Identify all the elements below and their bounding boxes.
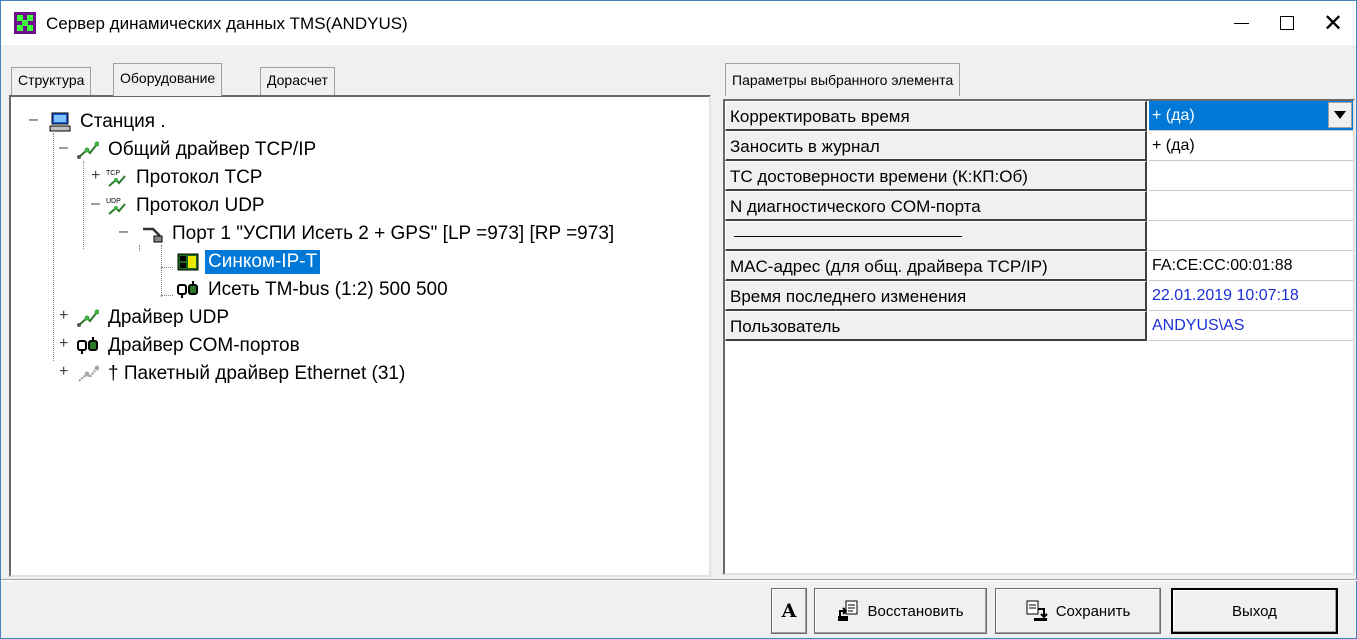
tree-label: Общий драйвер TCP/IP: [108, 139, 317, 160]
property-row[interactable]: Корректировать время + (да): [725, 101, 1353, 131]
collapse-icon[interactable]: –: [119, 223, 128, 241]
property-row[interactable]: Пользователь ANDYUS\AS: [725, 311, 1353, 341]
property-row[interactable]: MAC-адрес (для общ. драйвера TCP/IP) FA:…: [725, 251, 1353, 281]
property-value-select[interactable]: + (да): [1149, 101, 1353, 131]
tree-node-ethernet-driver[interactable]: + † Пакетный драйвер Ethernet (31): [59, 361, 408, 387]
property-value: + (да): [1152, 107, 1195, 124]
expand-icon[interactable]: +: [91, 167, 100, 185]
tree-node-station[interactable]: – Станция .: [29, 109, 169, 135]
maximize-icon: [1280, 16, 1294, 30]
close-icon: ✕: [1322, 9, 1344, 37]
expand-icon[interactable]: +: [59, 307, 68, 325]
right-pane: Параметры выбранного элемента Корректиро…: [719, 59, 1355, 577]
collapse-icon[interactable]: –: [59, 139, 68, 157]
tree-label: Драйвер COM-портов: [108, 335, 300, 356]
maximize-button[interactable]: [1264, 1, 1310, 45]
minimize-button[interactable]: [1218, 1, 1264, 45]
exit-button[interactable]: Выход: [1171, 588, 1338, 634]
property-value[interactable]: FA:CE:CC:00:01:88: [1149, 251, 1353, 281]
separator-line: [734, 236, 962, 237]
property-name: N диагностического COM-порта: [725, 191, 1147, 221]
save-button[interactable]: Сохранить: [995, 588, 1161, 634]
property-value[interactable]: ANDYUS\AS: [1149, 311, 1353, 341]
chevron-down-icon: [1334, 111, 1346, 119]
tree-label: Станция .: [80, 111, 166, 132]
tree-node-port[interactable]: – Порт 1 "УСПИ Исеть 2 + GPS" [LP =973] …: [119, 221, 617, 247]
property-separator-row: [725, 221, 1353, 251]
restore-button[interactable]: Восстановить: [814, 588, 987, 634]
bus-device-icon: [177, 280, 199, 300]
font-icon: A: [781, 600, 797, 622]
ethernet-driver-icon: [77, 364, 100, 384]
property-name: [725, 221, 1147, 251]
property-name: ТС достоверности времени (К:КП:Об): [725, 161, 1147, 191]
title-bar: Сервер динамических данных TMS(ANDYUS) ✕: [1, 1, 1356, 45]
tree-node-tcp-protocol[interactable]: + TCP Протокол TCP: [91, 165, 265, 191]
tree-label: Синком-IP-T: [205, 250, 321, 274]
tab-equipment[interactable]: Оборудование: [113, 63, 223, 96]
tree-label: Протокол TCP: [136, 167, 263, 188]
equipment-tree[interactable]: – Станция . – Общий драйвер TCP/IP + TCP…: [9, 95, 711, 577]
left-tabstrip: Структура Оборудование Дорасчет: [5, 59, 711, 96]
pane-splitter[interactable]: [711, 59, 719, 579]
property-row[interactable]: Заносить в журнал + (да): [725, 131, 1353, 161]
com-driver-icon: [77, 336, 99, 356]
expand-icon[interactable]: +: [59, 335, 68, 353]
tree-node-udp-driver[interactable]: + Драйвер UDP: [59, 305, 232, 331]
network-driver-icon: [77, 140, 100, 160]
close-button[interactable]: ✕: [1310, 1, 1356, 45]
property-name: Корректировать время: [725, 101, 1147, 131]
save-label: Сохранить: [1055, 602, 1131, 620]
property-value[interactable]: [1149, 161, 1353, 191]
collapse-icon[interactable]: –: [29, 111, 38, 129]
property-value[interactable]: + (да): [1149, 131, 1353, 161]
dropdown-button[interactable]: [1328, 102, 1352, 128]
property-value: [1149, 221, 1353, 251]
computer-icon: [49, 112, 71, 132]
tab-structure[interactable]: Структура: [11, 67, 92, 95]
window-title: Сервер динамических данных TMS(ANDYUS): [46, 14, 408, 33]
udp-protocol-icon: UDP: [105, 196, 127, 216]
tcp-protocol-icon: TCP: [105, 168, 127, 188]
tree-label: Порт 1 "УСПИ Исеть 2 + GPS" [LP =973] [R…: [172, 223, 615, 244]
property-row[interactable]: ТС достоверности времени (К:КП:Об): [725, 161, 1353, 191]
port-plug-icon: [141, 224, 163, 244]
property-row[interactable]: N диагностического COM-порта: [725, 191, 1353, 221]
property-value[interactable]: 22.01.2019 10:07:18: [1149, 281, 1353, 311]
font-button[interactable]: A: [771, 588, 807, 634]
bottom-separator: [1, 579, 1357, 581]
save-icon: [1026, 600, 1048, 622]
network-driver-icon: [77, 308, 100, 328]
svg-text:TCP: TCP: [106, 170, 120, 177]
main-window: Сервер динамических данных TMS(ANDYUS) ✕…: [0, 0, 1357, 639]
property-name: MAC-адрес (для общ. драйвера TCP/IP): [725, 251, 1147, 281]
restore-icon: [837, 600, 859, 622]
app-icon: [14, 12, 36, 34]
restore-label: Восстановить: [867, 602, 964, 620]
property-row[interactable]: Время последнего изменения 22.01.2019 10…: [725, 281, 1353, 311]
tab-selected-element-params[interactable]: Параметры выбранного элемента: [725, 63, 961, 96]
property-name: Время последнего изменения: [725, 281, 1147, 311]
tree-label: Протокол UDP: [136, 195, 265, 216]
tree-node-sincom[interactable]: Синком-IP-T: [177, 249, 321, 275]
property-name: Пользователь: [725, 311, 1147, 341]
collapse-icon[interactable]: –: [91, 195, 100, 213]
property-value[interactable]: [1149, 191, 1353, 221]
tree-label: Исеть TM-bus (1:2) 500 500: [208, 279, 448, 300]
tree-label: † Пакетный драйвер Ethernet (31): [108, 363, 406, 384]
property-grid: Корректировать время + (да) Заносить в ж…: [723, 99, 1355, 575]
svg-text:UDP: UDP: [106, 198, 121, 205]
tree-node-com-driver[interactable]: + Драйвер COM-портов: [59, 333, 303, 359]
tab-recalc[interactable]: Дорасчет: [260, 67, 335, 95]
exit-label: Выход: [1232, 602, 1277, 620]
property-name: Заносить в журнал: [725, 131, 1147, 161]
expand-icon[interactable]: +: [59, 363, 68, 381]
tree-node-tcpip-driver[interactable]: – Общий драйвер TCP/IP: [59, 137, 319, 163]
tree-label: Драйвер UDP: [108, 307, 230, 328]
device-board-icon: [177, 252, 199, 272]
tree-node-iset-bus[interactable]: Исеть TM-bus (1:2) 500 500: [177, 277, 451, 303]
tree-node-udp-protocol[interactable]: – UDP Протокол UDP: [91, 193, 268, 219]
minimize-icon: [1233, 22, 1249, 24]
